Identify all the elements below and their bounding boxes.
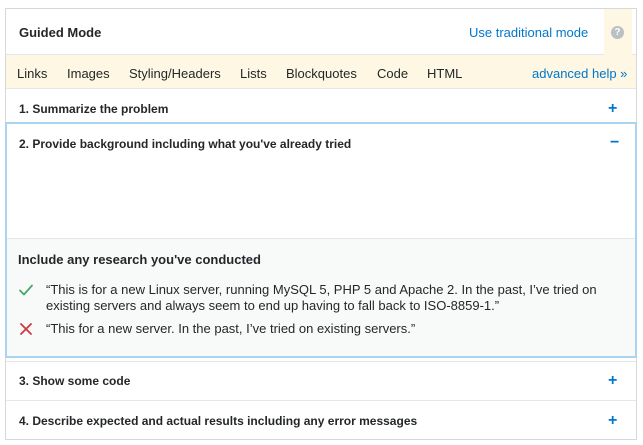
section-title: 1. Summarize the problem [19, 102, 169, 116]
expand-icon[interactable]: + [608, 101, 617, 117]
expand-icon[interactable]: + [608, 373, 617, 389]
tab-links[interactable]: Links [17, 66, 47, 81]
tab-code[interactable]: Code [377, 66, 408, 81]
tab-lists[interactable]: Lists [240, 66, 267, 81]
good-example-text: “This is for a new Linux server, running… [46, 282, 597, 313]
section-title: 3. Show some code [19, 374, 131, 388]
expand-icon[interactable]: + [608, 413, 617, 429]
check-icon [19, 284, 33, 296]
tab-blockquotes[interactable]: Blockquotes [286, 66, 357, 81]
help-icon: ? [611, 26, 624, 39]
advanced-help-link[interactable]: advanced help » [532, 66, 627, 81]
formatting-tabs: Links Images Styling/Headers Lists Block… [6, 55, 636, 89]
help-button[interactable]: ? [604, 9, 632, 55]
tab-images[interactable]: Images [67, 66, 110, 81]
collapse-icon[interactable]: − [610, 135, 619, 151]
guided-mode-panel: Guided Mode Use traditional mode ? Links… [5, 8, 637, 440]
use-traditional-mode-link[interactable]: Use traditional mode [469, 25, 588, 40]
section-title: 2. Provide background including what you… [19, 137, 352, 151]
guided-mode-header: Guided Mode Use traditional mode ? [6, 9, 636, 55]
bad-example-text: “This for a new server. In the past, I’v… [46, 321, 416, 336]
guided-mode-title: Guided Mode [19, 25, 102, 40]
research-tips: Include any research you've conducted “T… [7, 238, 635, 356]
tips-heading: Include any research you've conducted [18, 252, 261, 267]
section-expected-actual-results[interactable]: 4. Describe expected and actual results … [6, 401, 636, 439]
section-title: 4. Describe expected and actual results … [19, 414, 418, 428]
tab-html[interactable]: HTML [427, 66, 462, 81]
section-provide-background: 2. Provide background including what you… [5, 122, 637, 358]
tab-styling-headers[interactable]: Styling/Headers [129, 66, 221, 81]
section-show-code[interactable]: 3. Show some code + [6, 361, 636, 401]
cross-icon [20, 323, 32, 335]
background-editor[interactable] [7, 164, 635, 240]
